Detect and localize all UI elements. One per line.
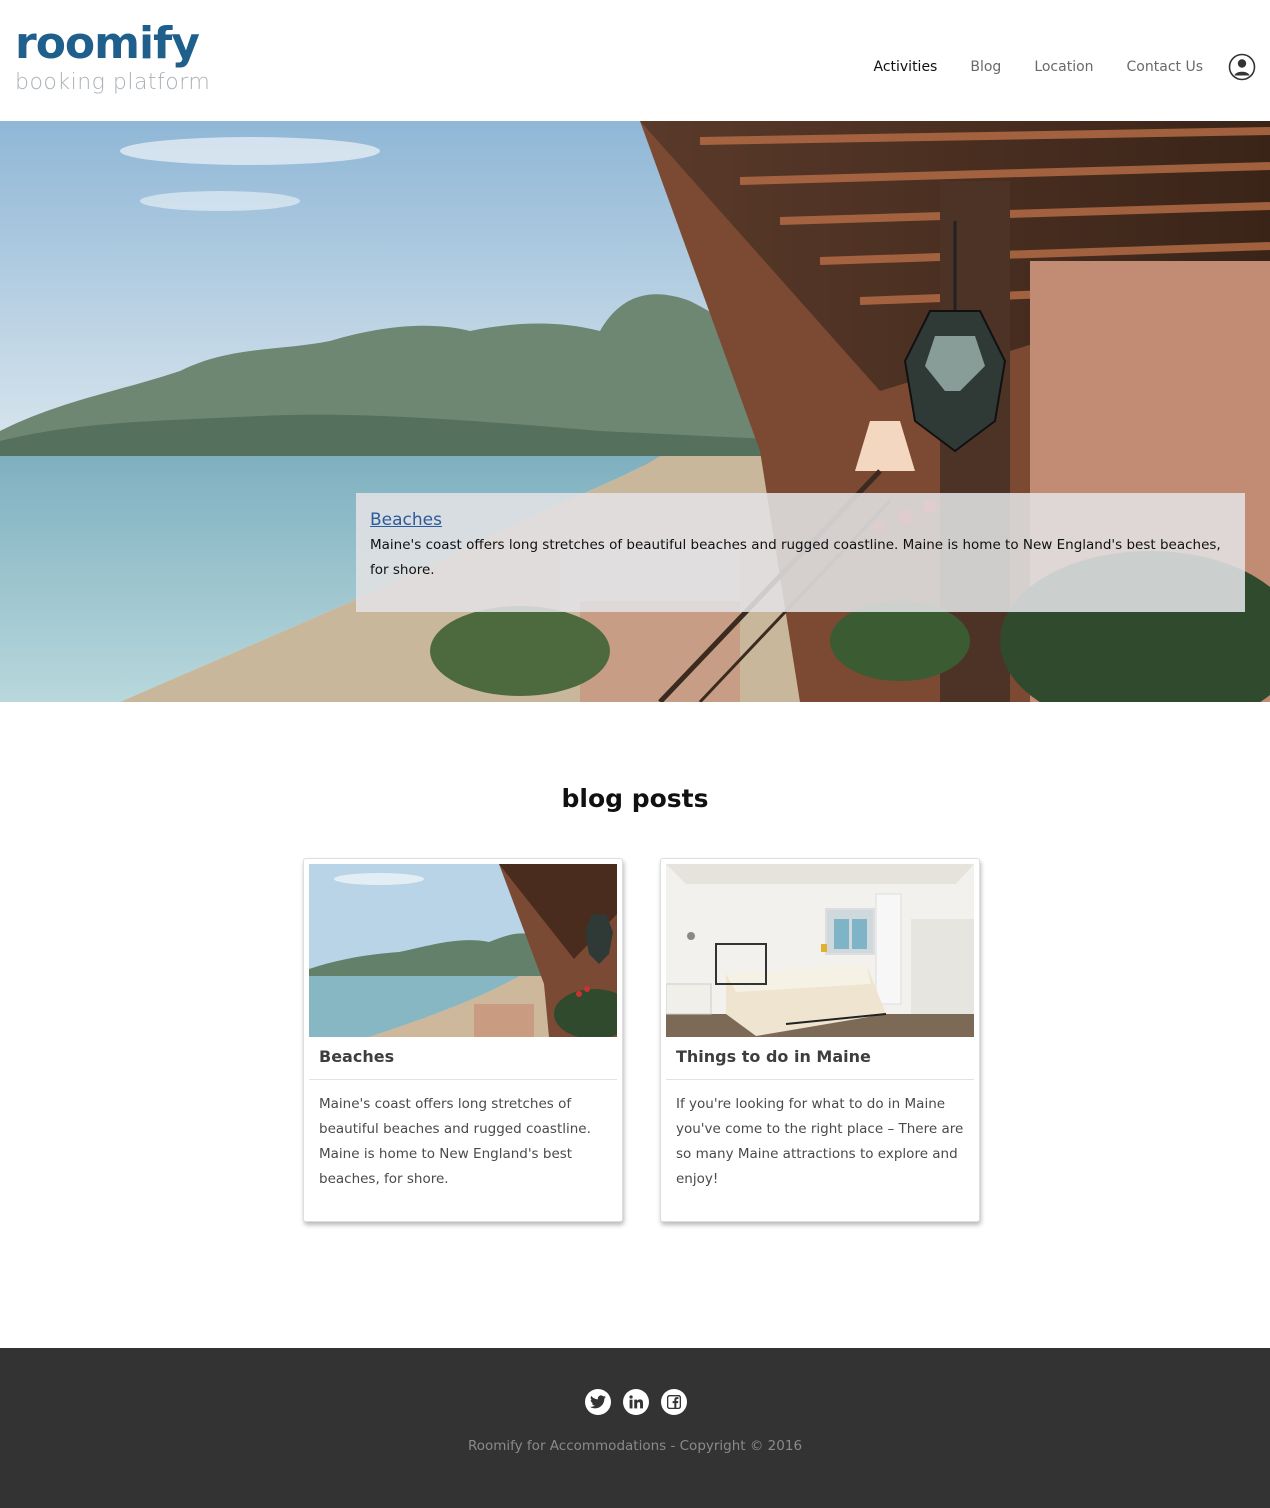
facebook-icon[interactable] <box>661 1389 687 1415</box>
hero-image <box>0 121 1270 702</box>
logo-wordmark: roomify <box>15 18 200 69</box>
hero-caption-text: Maine's coast offers long stretches of b… <box>370 537 1221 578</box>
site-footer: Roomify for Accommodations - Copyright ©… <box>0 1348 1270 1508</box>
blog-card-excerpt: Maine's coast offers long stretches of b… <box>319 1096 591 1187</box>
roomify-logo[interactable]: roomify booking platform <box>15 20 210 96</box>
site-header: roomify booking platform Activities Blog… <box>0 0 1270 121</box>
main-nav: Activities Blog Location Contact Us <box>873 50 1270 84</box>
linkedin-icon[interactable] <box>623 1389 649 1415</box>
hero-caption: Beaches Maine's coast offers long stretc… <box>356 493 1245 612</box>
user-circle-icon[interactable] <box>1228 53 1256 81</box>
beach-balcony-photo <box>309 864 617 1037</box>
copyright-text: Roomify for Accommodations - Copyright ©… <box>467 1438 803 1454</box>
blog-card-title[interactable]: Beaches <box>309 1037 617 1080</box>
nav-item-location[interactable]: Location <box>1034 59 1093 75</box>
hero-banner: Beaches Maine's coast offers long stretc… <box>0 121 1270 702</box>
hero-caption-link[interactable]: Beaches <box>370 509 1231 531</box>
bedroom-photo <box>666 864 974 1037</box>
blog-section-title: blog posts <box>561 784 709 813</box>
blog-card-title[interactable]: Things to do in Maine <box>666 1037 974 1080</box>
nav-item-activities[interactable]: Activities <box>873 59 937 75</box>
twitter-icon[interactable] <box>585 1389 611 1415</box>
logo-tagline: booking platform <box>15 70 211 95</box>
blog-card-beaches[interactable]: Beaches Maine's coast offers long stretc… <box>303 858 623 1222</box>
social-links <box>585 1389 687 1415</box>
nav-item-blog[interactable]: Blog <box>970 59 1001 75</box>
blog-card-excerpt: If you're looking for what to do in Main… <box>676 1096 964 1187</box>
nav-item-contact-us[interactable]: Contact Us <box>1127 59 1203 75</box>
blog-card-things-to-do[interactable]: Things to do in Maine If you're looking … <box>660 858 980 1222</box>
